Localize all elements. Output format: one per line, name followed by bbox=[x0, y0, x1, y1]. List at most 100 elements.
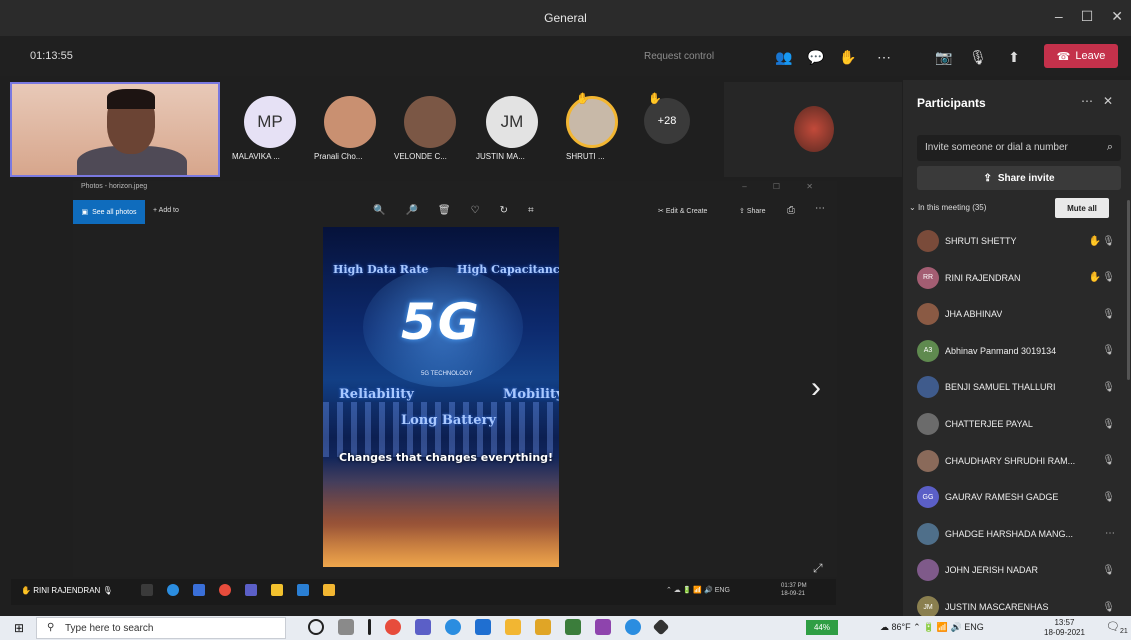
participant-row[interactable]: CHATTERJEE PAYAL 🎙 bbox=[917, 409, 1117, 439]
battery-indicator[interactable]: 44% bbox=[806, 620, 838, 635]
participant-avatar[interactable]: MP bbox=[244, 96, 296, 148]
zoom-in-icon[interactable]: 🔍 bbox=[373, 205, 385, 216]
mail-icon[interactable] bbox=[475, 619, 491, 635]
camera-off-icon[interactable]: 📷 bbox=[934, 47, 954, 67]
crop-icon[interactable]: ⌗ bbox=[528, 205, 534, 216]
self-video-tile[interactable] bbox=[10, 82, 220, 177]
chrome-icon[interactable] bbox=[385, 619, 401, 635]
app-icon[interactable] bbox=[595, 619, 611, 635]
speaker-video-tile[interactable] bbox=[724, 82, 902, 177]
participant-row[interactable]: SHRUTI SHETTY ✋ 🎙 bbox=[917, 226, 1117, 256]
next-photo-arrow[interactable]: › bbox=[811, 371, 821, 405]
chat-icon[interactable]: 💬 bbox=[806, 47, 826, 67]
maximize-button[interactable]: ☐ bbox=[1081, 8, 1094, 25]
poster-text: Mobility bbox=[503, 387, 559, 402]
folder-icon[interactable] bbox=[535, 619, 551, 635]
participant-row[interactable]: A3 Abhinav Panmand 3019134 🎙 bbox=[917, 336, 1117, 366]
mic-muted-icon[interactable]: 🎙 bbox=[1102, 236, 1115, 247]
windows-taskbar: ⊞ ⚲ Type here to search 44% ☁ 86°F ⌃ 🔋 📶… bbox=[0, 616, 1131, 640]
print-icon[interactable]: ⎙ bbox=[787, 205, 795, 216]
participant-avatar bbox=[917, 522, 939, 545]
windows-start-icon[interactable]: ⊞ bbox=[14, 621, 24, 635]
participant-avatar[interactable] bbox=[404, 96, 456, 148]
participant-row[interactable]: GG GAURAV RAMESH GADGE 🎙 bbox=[917, 482, 1117, 512]
presenter-label: ✋ RINI RAJENDRAN 🎙 bbox=[21, 586, 113, 595]
participant-row[interactable]: BENJI SAMUEL THALLURI 🎙 bbox=[917, 372, 1117, 402]
share-screen-icon[interactable]: ⬆ bbox=[1004, 47, 1024, 67]
poster-5g: 5G bbox=[401, 293, 481, 351]
panel-scrollbar[interactable] bbox=[1127, 200, 1130, 380]
participant-row[interactable]: GHADGE HARSHADA MANG... ⋯ bbox=[917, 519, 1117, 549]
participant-name: CHAUDHARY SHRUDHI RAM... bbox=[945, 455, 1076, 466]
mic-off-icon[interactable]: 🎙 bbox=[968, 47, 988, 67]
participant-avatar[interactable] bbox=[566, 96, 618, 148]
mic-muted-icon[interactable]: 🎙 bbox=[1102, 565, 1115, 576]
mute-all-button[interactable]: Mute all bbox=[1055, 198, 1109, 218]
mic-muted-icon[interactable]: 🎙 bbox=[1102, 602, 1115, 613]
shared-screen-taskbar: ✋ RINI RAJENDRAN 🎙 ⌃ ☁ 🔋 📶 🔊 ENG 01:37 P… bbox=[11, 579, 836, 605]
request-control-button[interactable]: Request control bbox=[644, 51, 714, 62]
close-button[interactable]: ✕ bbox=[1111, 8, 1123, 25]
poster-text: High Data Rate bbox=[333, 263, 429, 276]
participant-row[interactable]: JHA ABHINAV 🎙 bbox=[917, 299, 1117, 329]
taskbar-clock[interactable]: 13:57 18-09-2021 bbox=[1044, 618, 1085, 638]
participant-row[interactable]: CHAUDHARY SHRUDHI RAM... 🎙 bbox=[917, 446, 1117, 476]
rotate-icon[interactable]: ↻ bbox=[500, 205, 508, 216]
more-icon[interactable]: ⋯ bbox=[815, 203, 825, 214]
mic-muted-icon[interactable]: 🎙 bbox=[1102, 419, 1115, 430]
notification-icon[interactable]: 🗨21 bbox=[1106, 620, 1128, 635]
explorer-icon[interactable] bbox=[505, 619, 521, 635]
minimize-button[interactable]: – bbox=[1055, 8, 1063, 25]
expand-icon[interactable]: ⤢ bbox=[813, 561, 823, 576]
poster-text: Reliability bbox=[339, 387, 414, 402]
edit-create-button[interactable]: ✂ Edit & Create bbox=[658, 207, 707, 215]
poster-subtitle: 5G TECHNOLOGY bbox=[421, 371, 473, 377]
more-icon[interactable]: ⋯ bbox=[1081, 94, 1103, 108]
more-icon[interactable]: ⋯ bbox=[1105, 528, 1115, 539]
zoom-out-icon[interactable]: 🔎 bbox=[405, 205, 417, 216]
edge-icon[interactable] bbox=[445, 619, 461, 635]
mic-muted-icon[interactable]: 🎙 bbox=[1102, 272, 1115, 283]
teams-icon[interactable] bbox=[415, 619, 431, 635]
raised-hand-icon: ✋ bbox=[648, 93, 662, 105]
chrome-icon bbox=[219, 584, 231, 596]
folder-icon bbox=[271, 584, 283, 596]
share-button[interactable]: ⇪ Share bbox=[739, 207, 766, 215]
leave-button[interactable]: ☎ Leave bbox=[1044, 44, 1118, 68]
invite-input[interactable]: Invite someone or dial a number ⌕ bbox=[917, 135, 1121, 161]
participant-avatar: GG bbox=[917, 486, 939, 509]
search-icon[interactable]: ⌕ bbox=[1107, 141, 1113, 154]
edge-icon bbox=[167, 584, 179, 596]
task-view-icon[interactable] bbox=[338, 619, 354, 635]
mic-muted-icon[interactable]: 🎙 bbox=[1102, 382, 1115, 393]
shared-taskbar-apps bbox=[141, 584, 335, 596]
cortana-icon[interactable] bbox=[308, 619, 324, 635]
participant-row[interactable]: JOHN JERISH NADAR 🎙 bbox=[917, 555, 1117, 585]
close-icon[interactable]: ✕ bbox=[1103, 94, 1123, 108]
mic-muted-icon[interactable]: 🎙 bbox=[1102, 492, 1115, 503]
share-invite-button[interactable]: ⇪ Share invite bbox=[917, 166, 1121, 190]
participants-icon[interactable]: 👥 bbox=[774, 47, 794, 67]
taskbar-apps bbox=[308, 618, 670, 636]
add-to-button[interactable]: + Add to bbox=[153, 207, 179, 214]
participant-avatar bbox=[917, 376, 939, 399]
participant-avatar: A3 bbox=[917, 339, 939, 362]
participant-avatar[interactable]: JM bbox=[486, 96, 538, 148]
title-bar: General – ☐ ✕ bbox=[0, 0, 1131, 36]
more-options-icon[interactable]: ⋯ bbox=[874, 47, 894, 67]
in-meeting-header[interactable]: ⌄ In this meeting (35) bbox=[909, 203, 986, 212]
favorite-icon[interactable]: ♡ bbox=[471, 205, 480, 216]
mic-muted-icon[interactable]: 🎙 bbox=[1102, 455, 1115, 466]
delete-icon[interactable]: 🗑 bbox=[438, 205, 451, 216]
browser-icon[interactable] bbox=[625, 619, 641, 635]
reactions-icon[interactable]: ✋ bbox=[838, 47, 858, 67]
participant-avatar bbox=[917, 449, 939, 472]
taskbar-search[interactable]: ⚲ Type here to search bbox=[36, 617, 286, 639]
see-all-photos-button[interactable]: ▣ See all photos bbox=[73, 200, 145, 224]
app-icon[interactable] bbox=[565, 619, 581, 635]
mic-muted-icon[interactable]: 🎙 bbox=[1102, 309, 1115, 320]
app-icon[interactable] bbox=[652, 618, 670, 636]
participant-avatar[interactable] bbox=[324, 96, 376, 148]
participant-row[interactable]: RR RINI RAJENDRAN ✋ 🎙 bbox=[917, 263, 1117, 293]
mic-muted-icon[interactable]: 🎙 bbox=[1102, 345, 1115, 356]
